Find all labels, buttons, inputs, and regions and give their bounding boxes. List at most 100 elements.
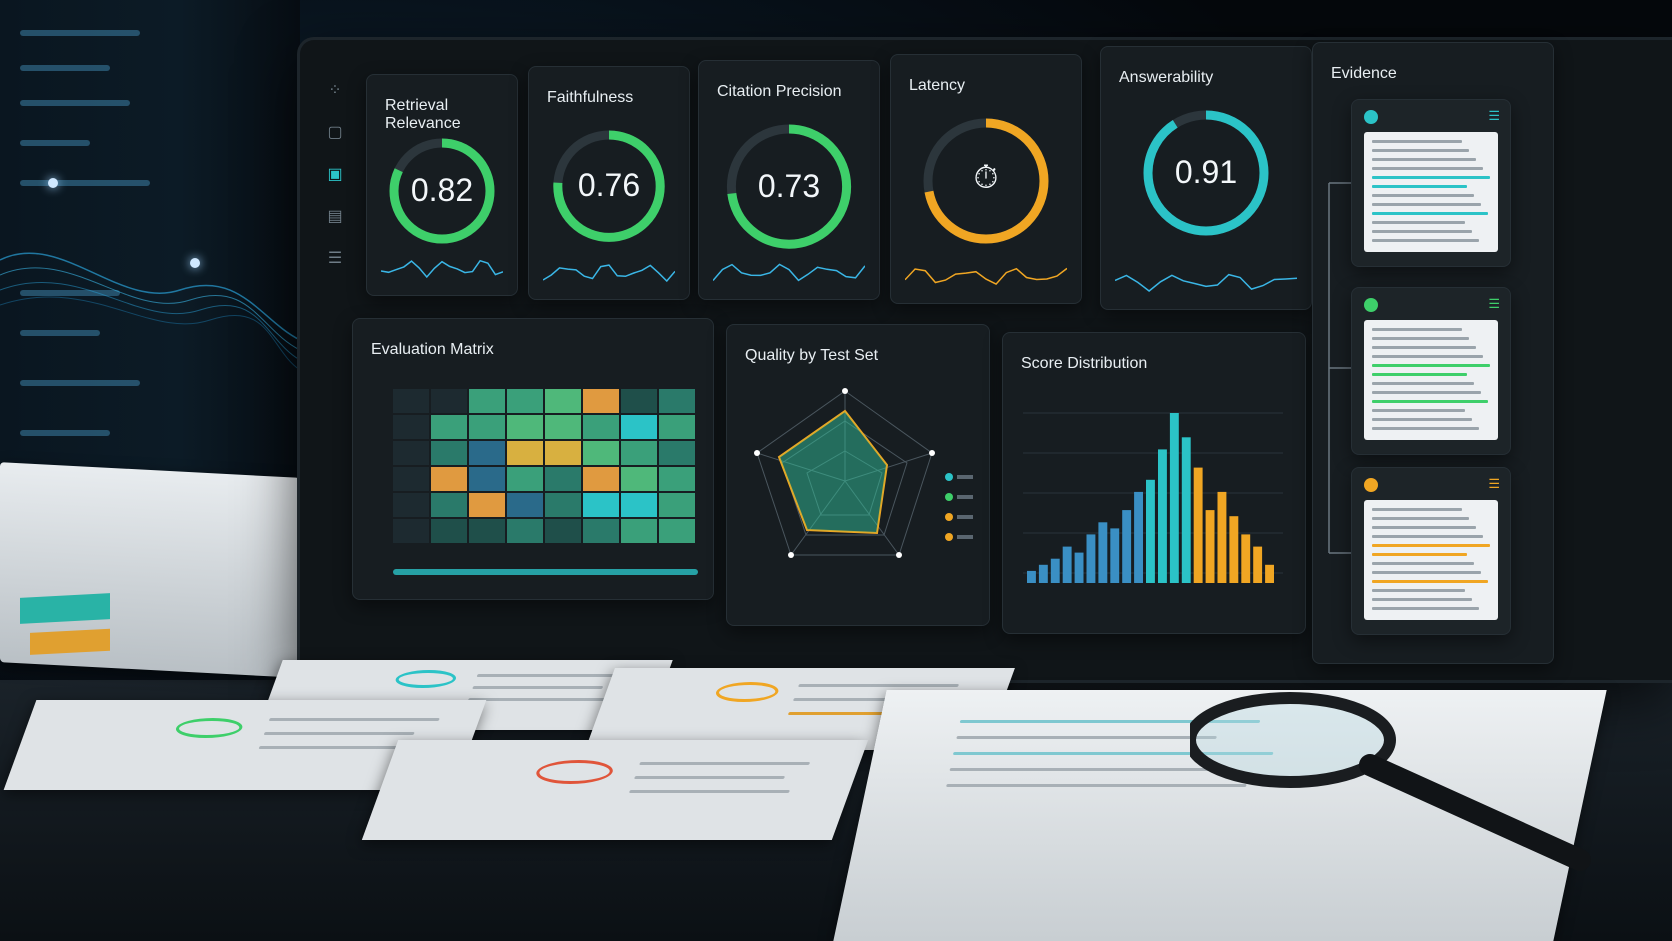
heatmap-cell[interactable] (621, 519, 657, 543)
menu-icon[interactable]: ☰ (1488, 108, 1500, 124)
quality-by-test-set-panel: Quality by Test Set (726, 324, 990, 626)
heatmap-cell[interactable] (469, 415, 505, 439)
distribution-bar (1241, 534, 1251, 583)
heatmap-cell[interactable] (393, 441, 429, 465)
kpi-value: 0.76 (577, 167, 641, 204)
distribution-bar (1122, 510, 1132, 583)
distribution-bar (1038, 564, 1048, 583)
heatmap-cell[interactable] (659, 441, 695, 465)
heatmap-cell[interactable] (659, 415, 695, 439)
heatmap-cell[interactable] (507, 389, 543, 413)
heatmap-cell[interactable] (469, 493, 505, 517)
kpi-sparkline (905, 267, 1067, 286)
heatmap-cell[interactable] (507, 467, 543, 491)
heatmap-cell[interactable] (583, 467, 619, 491)
document-icon[interactable]: ▢ (324, 122, 346, 141)
radar-legend (945, 473, 973, 541)
heatmap-cell[interactable] (393, 389, 429, 413)
evidence-title: Evidence (1331, 65, 1397, 82)
kpi-card[interactable]: Answerability 0.91 (1100, 46, 1312, 310)
kpi-card[interactable]: Citation Precision 0.73 (698, 60, 880, 300)
menu-icon[interactable]: ☰ (1488, 476, 1500, 492)
heatmap-cell[interactable] (583, 389, 619, 413)
evidence-card[interactable]: ☰ (1351, 99, 1511, 267)
heatmap-cell[interactable] (545, 519, 581, 543)
heatmap-cell[interactable] (393, 519, 429, 543)
distribution-bar (1098, 522, 1108, 583)
score-distribution-panel: Score Distribution (1002, 332, 1306, 634)
evidence-card[interactable]: ☰ (1351, 467, 1511, 635)
evaluation-matrix-panel: Evaluation Matrix (352, 318, 714, 600)
kpi-sparkline (543, 264, 675, 283)
heatmap-cell[interactable] (469, 467, 505, 491)
heatmap-cell[interactable] (393, 493, 429, 517)
heatmap-cell[interactable] (431, 415, 467, 439)
evidence-connector (1328, 182, 1351, 554)
kpi-card[interactable]: Retrieval Relevance 0.82 (366, 74, 518, 296)
heatmap-cell[interactable] (659, 519, 695, 543)
heatmap-cell[interactable] (545, 415, 581, 439)
stopwatch-icon: ⏱ (973, 159, 999, 195)
kpi-sparkline (381, 259, 503, 279)
evidence-status-dot (1364, 478, 1378, 492)
heatmap-cell[interactable] (621, 467, 657, 491)
kpi-card[interactable]: Latency ⏱ (890, 54, 1082, 304)
heatmap-cell[interactable] (507, 415, 543, 439)
heatmap-cell[interactable] (545, 441, 581, 465)
heatmap-cell[interactable] (507, 519, 543, 543)
kpi-card[interactable]: Faithfulness 0.76 (528, 66, 690, 300)
heatmap-cell[interactable] (431, 389, 467, 413)
network-icon[interactable]: ⁘ (324, 80, 346, 99)
matrix-scrollbar[interactable] (393, 569, 698, 575)
heatmap-cell[interactable] (431, 467, 467, 491)
heatmap-cell[interactable] (507, 493, 543, 517)
heatmap-cell[interactable] (583, 415, 619, 439)
heatmap-cell[interactable] (469, 441, 505, 465)
heatmap-cell[interactable] (621, 441, 657, 465)
distribution-bar (1027, 570, 1036, 583)
heatmap-cell[interactable] (583, 519, 619, 543)
menu-icon[interactable]: ☰ (1488, 296, 1500, 312)
heatmap-cell[interactable] (659, 467, 695, 491)
heatmap-cell[interactable] (659, 493, 695, 517)
kpi-title: Citation Precision (717, 83, 842, 100)
evidence-document (1364, 132, 1498, 252)
distribution-bar (1134, 491, 1143, 583)
menu-icon[interactable]: ☰ (324, 248, 346, 267)
heatmap-cell[interactable] (545, 467, 581, 491)
heatmap-cell[interactable] (545, 493, 581, 517)
heatmap-cell[interactable] (583, 493, 619, 517)
dashboard-icon[interactable]: ▣ (324, 164, 346, 183)
heatmap-cell[interactable] (621, 415, 657, 439)
heatmap-cell[interactable] (621, 389, 657, 413)
kpi-title: Retrieval Relevance (385, 97, 461, 132)
heatmap-cell[interactable] (393, 415, 429, 439)
evidence-card[interactable]: ☰ (1351, 287, 1511, 455)
kpi-value: 0.73 (757, 167, 821, 204)
heatmap-cell[interactable] (583, 441, 619, 465)
heatmap-cell[interactable] (469, 519, 505, 543)
distribution-bar (1253, 546, 1263, 583)
archive-icon[interactable]: ▤ (324, 206, 346, 225)
heatmap-cell[interactable] (621, 493, 657, 517)
distribution-bar (1146, 479, 1155, 583)
desk-report-4 (361, 740, 869, 840)
heatmap-cell[interactable] (469, 389, 505, 413)
heatmap-cell[interactable] (659, 389, 695, 413)
distribution-bar (1181, 437, 1191, 583)
distribution-bar (1265, 564, 1274, 583)
kpi-title: Answerability (1119, 69, 1214, 86)
data-wave-decoration (0, 252, 300, 371)
heatmap-cell[interactable] (431, 519, 467, 543)
heatmap-cell[interactable] (545, 389, 581, 413)
evidence-status-dot (1364, 110, 1378, 124)
evaluation-matrix-title: Evaluation Matrix (371, 341, 494, 358)
heatmap-cell[interactable] (507, 441, 543, 465)
heatmap-cell[interactable] (393, 467, 429, 491)
heatmap-cell[interactable] (431, 441, 467, 465)
score-distribution-chart (1023, 412, 1283, 583)
evidence-document (1364, 500, 1498, 620)
kpi-value: 0.82 (410, 172, 474, 208)
heatmap-cell[interactable] (431, 493, 467, 517)
evidence-status-dot (1364, 298, 1378, 312)
